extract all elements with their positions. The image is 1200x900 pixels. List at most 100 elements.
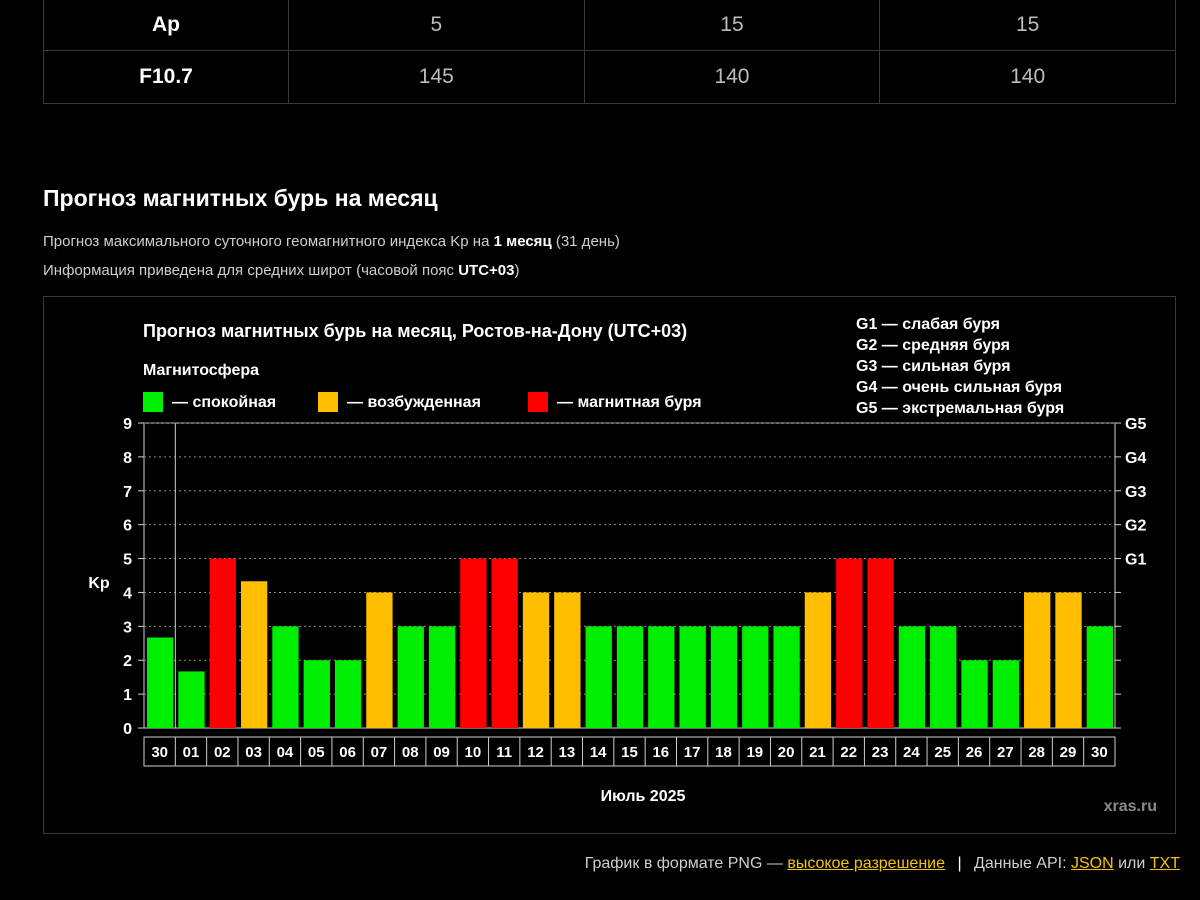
indices-table: Ap 5 15 15 F10.7 145 140 140 [43,0,1176,104]
bar [616,626,644,728]
x-tick-label: 17 [684,744,701,761]
x-tick-label: 14 [590,744,607,761]
g-scale-label: G4 [1125,450,1146,467]
legend-swatch [528,392,548,412]
bar [742,626,769,728]
storm-scale-item: G3 — сильная буря [856,358,1011,375]
storm-scale-item: G2 — средняя буря [856,337,1010,354]
footer-separator: | [957,855,962,872]
chart-footer: График в формате PNG — высокое разрешени… [585,855,1180,873]
bar [961,660,988,728]
y-axis-label: Kp [88,575,110,592]
x-tick-label: 23 [872,744,889,761]
kp-forecast-chart: Прогноз магнитных бурь на месяц, Ростов-… [43,296,1176,834]
bar [1024,592,1051,728]
bar [992,660,1020,728]
x-tick-label: 16 [652,744,669,761]
x-tick-label: 13 [559,744,576,761]
desc-text: Информация приведена для средних широт (… [43,262,459,279]
desc-text: ) [514,262,520,279]
table-cell: 140 [879,50,1176,104]
x-tick-label: 22 [840,744,857,761]
legend-active: — возбужденная [318,392,481,412]
legend-swatch [318,392,338,412]
x-tick-label: 15 [621,744,638,761]
y-tick-label: 9 [123,416,132,433]
legend-label: — магнитная буря [557,394,702,411]
x-tick-label: 25 [934,744,951,761]
bar [491,558,518,728]
x-tick-label: 30 [1091,744,1108,761]
storm-scale-item: G5 — экстремальная буря [856,400,1064,417]
bar [303,660,330,728]
table-cell: 15 [583,0,881,51]
x-tick-label: 02 [214,744,231,761]
chart-title: Прогноз магнитных бурь на месяц, Ростов-… [143,321,687,341]
table-row: F10.7 145 140 140 [43,50,1176,104]
bar [428,626,456,728]
bar [522,592,550,728]
x-axis-label: Июль 2025 [601,788,686,805]
bar [710,626,738,728]
api-text: Данные API: [974,855,1067,872]
x-tick-label: 07 [371,744,388,761]
x-tick-label: 08 [402,744,419,761]
desc-bold: 1 месяц [493,233,552,250]
x-tick-label: 01 [183,744,200,761]
bar [460,558,487,728]
plot-area: 0123456789G1G2G3G4G530 01 02 03 04 05 06 07 08 09… [123,416,1146,767]
desc-text: Прогноз максимального суточного геомагни… [43,233,494,250]
bar [209,558,236,728]
x-tick-label: 30 [151,744,168,761]
y-tick-label: 8 [123,450,132,467]
row-label: F10.7 [43,50,289,104]
json-link[interactable]: JSON [1071,855,1114,872]
x-tick-label: 21 [809,744,826,761]
legend-label: — возбужденная [347,394,481,411]
table-cell: 145 [288,50,585,104]
g-scale-label: G1 [1125,552,1146,569]
g-scale-label: G5 [1125,416,1146,433]
x-tick-label: 20 [778,744,795,761]
bar [334,660,362,728]
storm-scale-item: G1 — слабая буря [856,316,1000,333]
bar [554,592,581,728]
desc-bold: UTC+03 [458,262,515,279]
x-tick-label: 04 [277,744,294,761]
y-tick-label: 7 [123,484,132,501]
txt-link[interactable]: TXT [1150,855,1180,872]
bar [585,626,612,728]
or-text: или [1118,855,1146,872]
table-cell: 140 [583,50,881,104]
y-tick-label: 4 [123,585,132,602]
bar [366,592,393,728]
bar [930,626,957,728]
bar [1086,626,1113,728]
section-title: Прогноз магнитных бурь на месяц [43,185,438,211]
bar [773,626,800,728]
table-cell: 5 [288,0,585,51]
g-scale-label: G2 [1125,518,1146,535]
bar [1055,592,1082,728]
desc-text: (31 день) [551,233,620,250]
bar [272,626,299,728]
storm-scale-legend: G1 — слабая буря G2 — средняя буря G3 — … [856,316,1064,417]
x-tick-label: 26 [966,744,983,761]
table-cell: 15 [879,0,1176,51]
hires-link[interactable]: высокое разрешение [787,855,945,872]
g-scale-label: G3 [1125,484,1146,501]
x-tick-label: 11 [496,744,512,761]
x-tick-label: 18 [715,744,732,761]
bar [397,626,424,728]
timezone-description: Информация приведена для средних широт (… [43,262,519,279]
y-tick-label: 3 [123,619,132,636]
legend-storm: — магнитная буря [528,392,702,412]
x-tick-label: 03 [245,744,262,761]
bar [804,592,832,728]
bar [648,626,675,728]
y-tick-label: 5 [123,552,132,569]
forecast-description: Прогноз максимального суточного геомагни… [43,233,620,250]
row-label: Ap [43,0,289,51]
x-tick-label: 09 [433,744,450,761]
legend-swatch [143,392,163,412]
